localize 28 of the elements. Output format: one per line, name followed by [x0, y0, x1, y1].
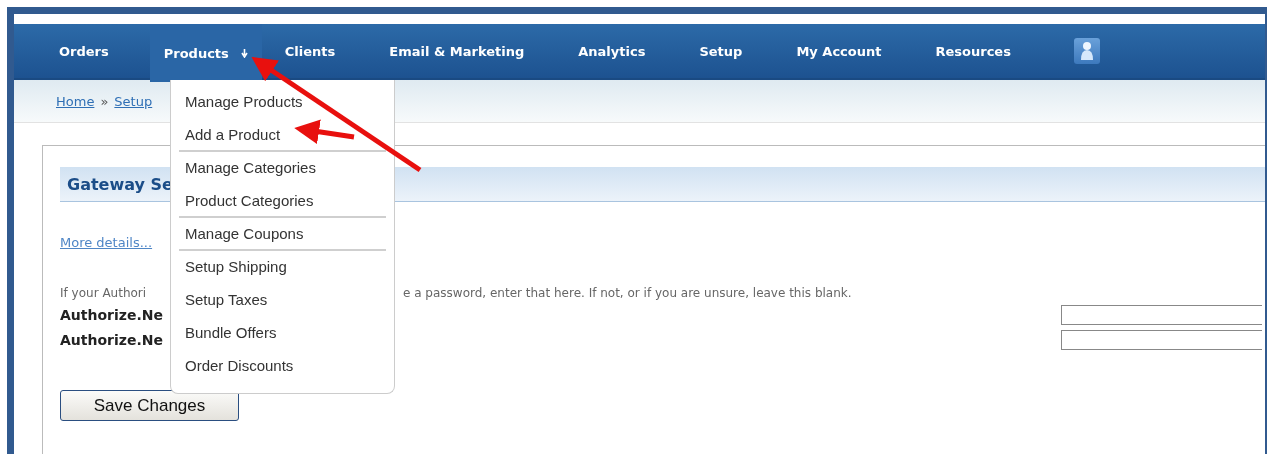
menu-item[interactable]: Add a Product: [179, 119, 386, 152]
input-field[interactable]: [1061, 304, 1262, 325]
menu-item[interactable]: Setup Shipping: [179, 251, 386, 284]
breadcrumb-link[interactable]: Home: [56, 93, 95, 109]
save-changes-button[interactable]: Save Changes: [60, 390, 239, 421]
nav-tab[interactable]: Resources: [908, 24, 1038, 78]
help-text: e a password, enter that here. If not, or if you are unsure, leave this blank.: [403, 286, 852, 300]
menu-item[interactable]: Manage Products: [179, 86, 386, 119]
menu-item[interactable]: Bundle Offers: [179, 317, 386, 350]
menu-item[interactable]: Setup Taxes: [179, 284, 386, 317]
nav-tab[interactable]: Email & Marketing: [362, 24, 552, 78]
nav-tab[interactable]: Setup: [672, 24, 770, 78]
breadcrumb-link[interactable]: Setup: [114, 93, 153, 109]
nav-tab[interactable]: My Account: [769, 24, 909, 78]
more-details-link[interactable]: More details...: [60, 235, 153, 250]
menu-item[interactable]: Manage Coupons: [179, 218, 386, 251]
nav-tab[interactable]: Analytics: [551, 24, 673, 78]
nav-tab[interactable]: Products: [149, 24, 262, 82]
menu-item[interactable]: Product Categories: [179, 185, 386, 218]
menu-item[interactable]: Manage Categories: [179, 152, 386, 185]
help-text: If your Authori: [60, 286, 147, 300]
user-icon[interactable]: [1073, 38, 1100, 64]
breadcrumb-separator: »: [100, 93, 109, 109]
field-label: Authorize.Ne: [60, 306, 163, 323]
nav-tab[interactable]: Orders: [32, 24, 136, 78]
field-label: Authorize.Ne: [60, 331, 163, 348]
menu-item[interactable]: Order Discounts: [179, 350, 386, 383]
input-field[interactable]: [1061, 329, 1262, 350]
